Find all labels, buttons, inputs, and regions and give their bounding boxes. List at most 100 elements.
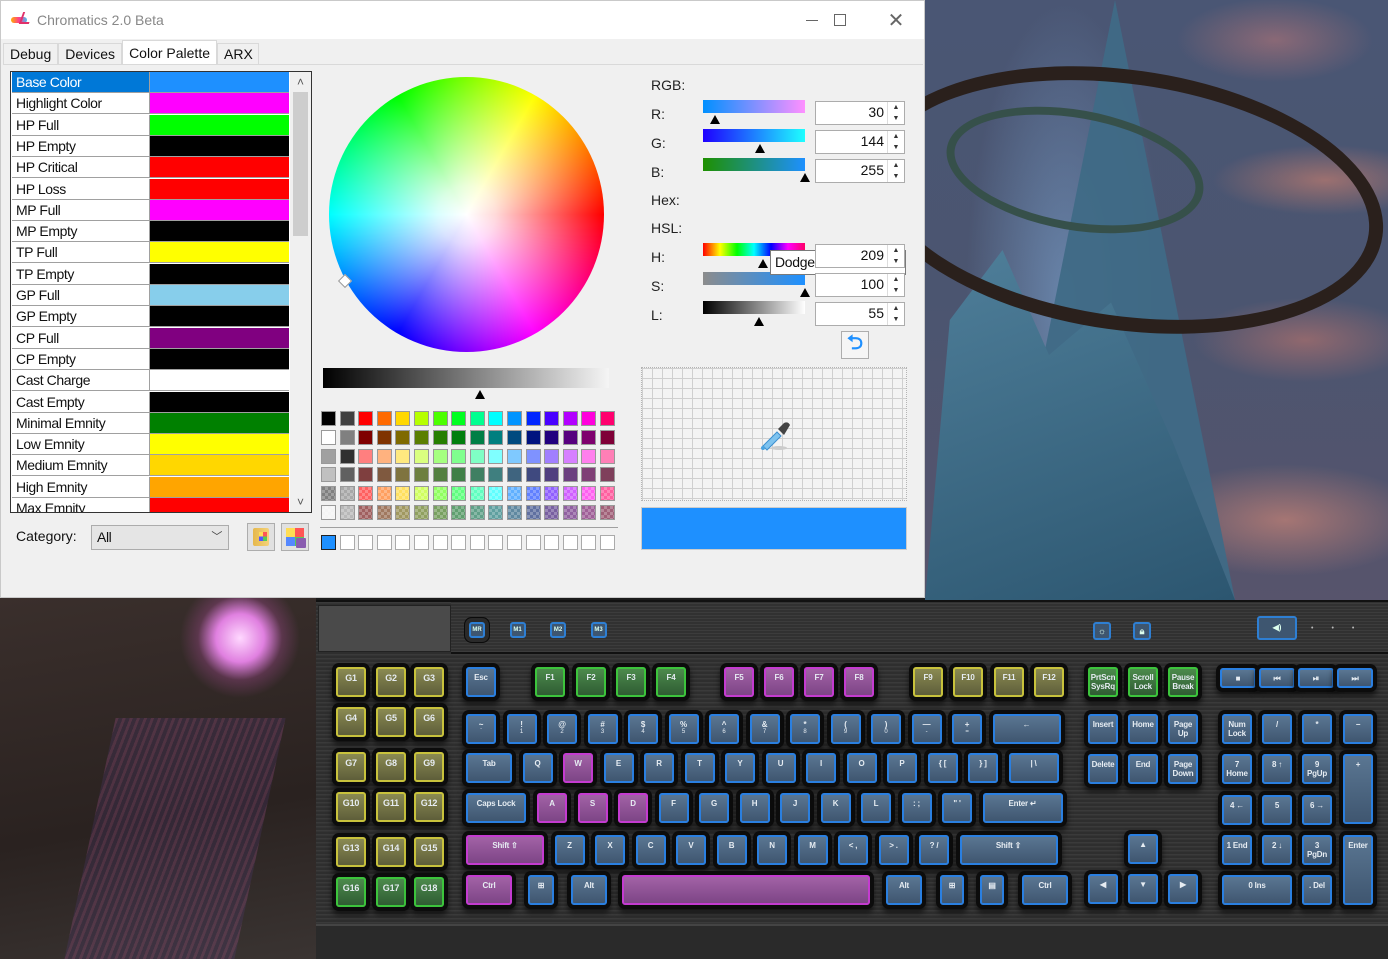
palette-swatch[interactable] bbox=[395, 429, 411, 445]
palette-swatch[interactable] bbox=[544, 448, 560, 464]
color-list-swatch[interactable] bbox=[150, 455, 289, 477]
palette-swatch[interactable] bbox=[525, 486, 541, 502]
key-shift-row[interactable]: Shift ⇧ bbox=[959, 835, 1058, 865]
palette-swatch[interactable] bbox=[451, 486, 467, 502]
key-f5[interactable]: F5 bbox=[724, 667, 754, 697]
palette-swatch[interactable] bbox=[321, 467, 336, 483]
key-v[interactable]: V bbox=[676, 835, 706, 865]
l-slider-thumb[interactable] bbox=[754, 317, 764, 326]
custom-color-slot[interactable] bbox=[525, 535, 541, 550]
key-tab-row[interactable]: { [ bbox=[927, 753, 958, 783]
key-insert[interactable]: Insert bbox=[1088, 714, 1118, 744]
key-num-row[interactable]: + = bbox=[952, 714, 982, 744]
key-home[interactable]: Home bbox=[1128, 714, 1158, 744]
palette-swatch[interactable] bbox=[451, 448, 467, 464]
luminance-slider[interactable] bbox=[323, 368, 609, 388]
color-list-row[interactable]: HP Empty bbox=[12, 135, 290, 157]
palette-swatch[interactable] bbox=[414, 467, 429, 483]
color-list-row[interactable]: Cast Charge bbox=[12, 370, 290, 392]
numpad-key[interactable]: − bbox=[1343, 714, 1373, 744]
r-spinner[interactable]: ▲ ▼ bbox=[887, 102, 904, 124]
custom-color-slot[interactable] bbox=[432, 535, 448, 550]
key-f3[interactable]: F3 bbox=[616, 667, 646, 697]
key-mod[interactable]: ⊞ bbox=[528, 875, 554, 905]
color-list-swatch[interactable] bbox=[150, 476, 289, 498]
key-a[interactable]: A bbox=[537, 793, 567, 823]
open-palette-button[interactable] bbox=[247, 523, 275, 551]
palette-swatch[interactable] bbox=[321, 486, 336, 502]
color-wheel[interactable] bbox=[329, 77, 604, 352]
custom-color-slot[interactable] bbox=[544, 535, 560, 550]
palette-swatch[interactable] bbox=[600, 486, 615, 502]
palette-swatch[interactable] bbox=[376, 467, 392, 483]
palette-swatch[interactable] bbox=[469, 448, 485, 464]
palette-swatch[interactable] bbox=[562, 505, 578, 520]
palette-swatch[interactable] bbox=[414, 505, 429, 520]
key-e[interactable]: E bbox=[603, 753, 634, 783]
palette-swatch[interactable] bbox=[395, 467, 411, 483]
gkey-g6[interactable]: G6 bbox=[414, 707, 444, 737]
key-mod[interactable]: Ctrl bbox=[466, 875, 512, 905]
palette-swatch[interactable] bbox=[525, 448, 541, 464]
gkey-g15[interactable]: G15 bbox=[414, 837, 444, 867]
key-num-row[interactable]: & 7 bbox=[749, 714, 780, 744]
color-list-swatch[interactable] bbox=[150, 370, 289, 392]
palette-swatch[interactable] bbox=[562, 429, 578, 445]
palette-swatch[interactable] bbox=[339, 429, 355, 445]
palette-swatch[interactable] bbox=[414, 448, 429, 464]
palette-swatch[interactable] bbox=[358, 486, 374, 502]
color-list-swatch[interactable] bbox=[150, 285, 289, 306]
key-num-row[interactable]: $ 4 bbox=[628, 714, 658, 744]
key-num-row[interactable]: ~ ` bbox=[466, 714, 496, 744]
key-shift-row[interactable]: Shift ⇧ bbox=[466, 835, 544, 865]
numpad-key[interactable]: 3 PgDn bbox=[1302, 835, 1332, 865]
key-mod[interactable]: Alt bbox=[886, 875, 922, 905]
color-list-swatch[interactable] bbox=[150, 135, 289, 157]
s-input[interactable]: 100 ▲ ▼ bbox=[815, 273, 905, 297]
media-key[interactable]: ⏮ bbox=[1259, 668, 1295, 688]
palette-swatch[interactable] bbox=[507, 505, 522, 520]
media-key[interactable]: ⏭ bbox=[1337, 668, 1373, 688]
l-spinner[interactable]: ▲ ▼ bbox=[887, 303, 904, 325]
key-end[interactable]: End bbox=[1128, 754, 1158, 784]
palette-swatch[interactable] bbox=[469, 505, 485, 520]
key-f4[interactable]: F4 bbox=[656, 667, 686, 697]
gkey-g13[interactable]: G13 bbox=[336, 837, 366, 867]
macro-button-m2[interactable]: M2 bbox=[550, 622, 566, 638]
key-o[interactable]: O bbox=[846, 753, 877, 783]
color-list-swatch[interactable] bbox=[150, 93, 289, 115]
tab-debug[interactable]: Debug bbox=[3, 43, 59, 65]
key-pause-break[interactable]: Pause Break bbox=[1168, 667, 1198, 697]
palette-swatch[interactable] bbox=[321, 448, 336, 464]
key-f10[interactable]: F10 bbox=[953, 667, 983, 697]
palette-swatch[interactable] bbox=[488, 411, 504, 426]
gkey-g3[interactable]: G3 bbox=[414, 667, 444, 697]
palette-swatch[interactable] bbox=[376, 429, 392, 445]
key-arrow-up[interactable]: ▲ bbox=[1128, 834, 1158, 864]
palette-swatch[interactable] bbox=[432, 411, 448, 426]
palette-swatch[interactable] bbox=[451, 467, 467, 483]
palette-swatch[interactable] bbox=[321, 505, 336, 520]
key-g[interactable]: G bbox=[699, 793, 729, 823]
palette-swatch[interactable] bbox=[414, 429, 429, 445]
key-f11[interactable]: F11 bbox=[994, 667, 1024, 697]
palette-swatch[interactable] bbox=[358, 411, 374, 426]
key-arrow-down[interactable]: ▼ bbox=[1128, 874, 1158, 904]
key-page-down[interactable]: Page Down bbox=[1168, 754, 1198, 784]
key-num-row[interactable]: % 5 bbox=[668, 714, 699, 744]
tab-color-palette[interactable]: Color Palette bbox=[122, 40, 217, 65]
luminance-slider-thumb[interactable] bbox=[475, 390, 486, 399]
palette-swatch[interactable] bbox=[507, 448, 522, 464]
palette-swatch[interactable] bbox=[358, 448, 374, 464]
color-list-row[interactable]: CP Full bbox=[12, 327, 290, 349]
palette-swatch[interactable] bbox=[469, 411, 485, 426]
key-shift-row[interactable]: ? / bbox=[919, 835, 949, 865]
color-mapping-list[interactable]: Base Color Highlight Color HP Full HP Empty… bbox=[10, 71, 312, 513]
palette-swatch[interactable] bbox=[562, 467, 578, 483]
key-mod[interactable]: Alt bbox=[571, 875, 607, 905]
numpad-key[interactable]: Num Lock bbox=[1222, 714, 1252, 744]
key-f2[interactable]: F2 bbox=[576, 667, 606, 697]
color-list-row[interactable]: HP Critical bbox=[12, 157, 290, 179]
palette-swatch[interactable] bbox=[581, 429, 597, 445]
key-q[interactable]: Q bbox=[522, 753, 553, 783]
